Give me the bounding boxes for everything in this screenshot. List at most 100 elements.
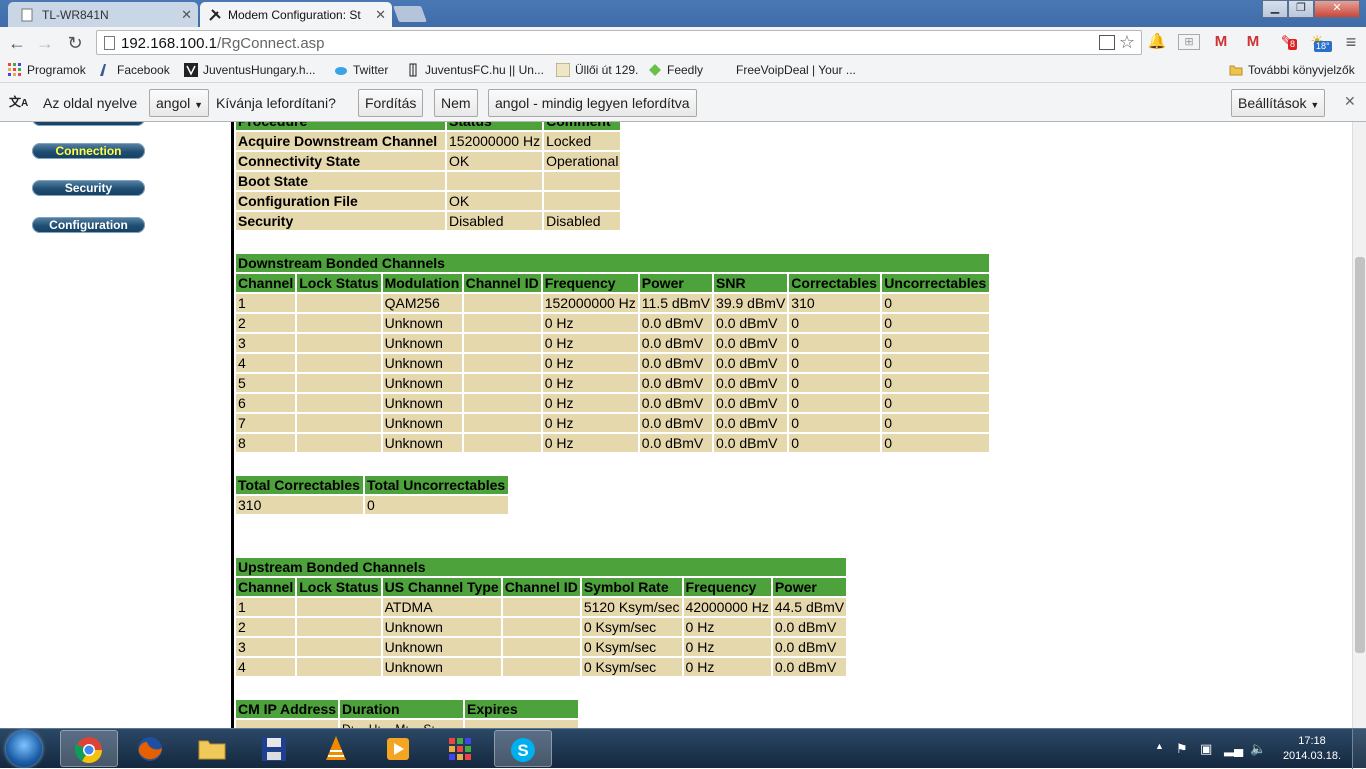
close-icon[interactable]: ✕ (375, 7, 386, 23)
nav-connection[interactable]: Connection (32, 143, 145, 159)
table-cell: 0.0 dBmV (714, 414, 788, 432)
table-cell: 0.0 dBmV (639, 334, 713, 352)
table-cell: 0 (789, 394, 881, 412)
translate-page-icon[interactable] (1099, 35, 1115, 50)
gmail-icon[interactable]: M (1210, 31, 1232, 53)
bookmark-star-icon[interactable]: ☆ (1119, 32, 1135, 53)
table-cell: 0 Hz (542, 354, 638, 372)
tray-expand-icon[interactable]: ▲ (1155, 741, 1164, 751)
svg-text:S: S (517, 741, 528, 760)
bookmark-freevoipdeal[interactable]: FreeVoipDeal | Your ... (736, 63, 856, 77)
window-close-button[interactable]: ✕ (1314, 0, 1360, 18)
table-row: Acquire Downstream Channel 152000000 Hz Lo… (236, 132, 621, 150)
scrollbar-thumb[interactable] (1355, 257, 1365, 653)
reload-icon[interactable]: ↻ (64, 33, 86, 54)
column-header: Channel ID (463, 274, 541, 292)
media-player-icon (387, 738, 409, 760)
taskbar-apps[interactable] (432, 730, 490, 767)
new-tab-button[interactable] (393, 6, 427, 22)
gmail-checker-icon[interactable]: M (1242, 31, 1264, 53)
back-arrow-icon[interactable]: ← (6, 33, 28, 54)
always-translate-button[interactable]: angol - mindig legyen lefordítva (488, 89, 697, 117)
bookmark-programok[interactable]: Programok (8, 63, 86, 77)
taskbar-vlc[interactable] (308, 730, 366, 767)
table-cell: 2 (236, 618, 296, 636)
column-header: Correctables (789, 274, 881, 292)
table-cell: 0 Hz (542, 414, 638, 432)
tab-modem-configuration[interactable]: Modem Configuration: St ✕ (200, 2, 392, 27)
tab-tl-wr841n[interactable]: TL-WR841N ✕ (8, 2, 198, 27)
table-cell (297, 394, 381, 412)
menu-icon[interactable]: ≡ (1340, 31, 1362, 53)
taskbar-firefox[interactable] (122, 730, 180, 767)
bookmark-more-folder[interactable]: További könyvjelzők (1229, 63, 1355, 77)
close-icon[interactable]: ✕ (181, 7, 192, 23)
table-cell: 5 (236, 374, 296, 392)
table-cell (463, 374, 541, 392)
table-cell: 0.0 dBmV (714, 314, 788, 332)
column-header: SNR (714, 274, 788, 292)
skype-icon: S (511, 738, 535, 762)
maximize-button[interactable]: ❐ (1288, 0, 1314, 18)
taskbar-save[interactable] (246, 730, 304, 767)
address-bar[interactable]: 192.168.100.1/RgConnect.asp ☆ (96, 30, 1142, 55)
table-cell: Unknown (382, 414, 462, 432)
table-cell (297, 434, 381, 452)
volume-icon[interactable]: 🔈 (1250, 741, 1266, 757)
language-select[interactable]: angol ▼ (149, 89, 209, 117)
table-cell (297, 334, 381, 352)
weather-icon[interactable]: ☀18° (1306, 31, 1332, 53)
apps-grid-icon (449, 738, 471, 760)
bookmark-juventusfc[interactable]: JuventusFC.hu || Un... (406, 63, 544, 77)
taskbar-media-player[interactable] (370, 730, 428, 767)
bookmark-juventushungary[interactable]: JuventusHungary.h... (184, 63, 316, 77)
extension-box-icon[interactable]: ⊞ (1178, 34, 1200, 50)
table-cell: 0 (882, 314, 990, 332)
nav-configuration[interactable]: Configuration (32, 217, 145, 233)
table-cell (463, 354, 541, 372)
action-center-flag-icon[interactable]: ⚑ (1176, 741, 1188, 757)
table-row: Connectivity State OK Operational (236, 152, 621, 170)
nav-item-hidden[interactable] (32, 122, 145, 126)
translate-button[interactable]: Fordítás (358, 89, 424, 117)
taskbar-skype[interactable]: S (494, 730, 552, 767)
firefox-icon (138, 737, 162, 761)
table-row: 1 ATDMA 5120 Ksym/sec 42000000 Hz 44.5 dBmV (236, 598, 847, 616)
system-clock[interactable]: 17:18 2014.03.18. (1282, 734, 1342, 764)
table-cell (463, 394, 541, 412)
bookmark-twitter[interactable]: Twitter (334, 63, 388, 77)
taskbar-explorer[interactable] (184, 730, 242, 767)
table-cell (463, 334, 541, 352)
network-device-icon[interactable]: ▣ (1200, 741, 1212, 757)
table-cell: 0 Hz (683, 658, 771, 676)
translate-prompt-question: Kívánja lefordítani? (216, 95, 336, 111)
translate-settings-button[interactable]: Beállítások ▼ (1231, 89, 1325, 117)
start-button[interactable] (6, 731, 42, 767)
signal-bars-icon[interactable]: ▂▄ (1224, 741, 1243, 757)
table-cell: QAM256 (382, 294, 462, 312)
bell-icon[interactable]: 🔔 (1146, 31, 1168, 53)
table-cell (297, 598, 381, 616)
page-scrollbar[interactable] (1352, 122, 1366, 728)
table-cell: 0.0 dBmV (639, 414, 713, 432)
table-cell: 0.0 dBmV (714, 354, 788, 372)
column-header: Expires (465, 700, 579, 718)
minimize-button[interactable]: ▁ (1262, 0, 1288, 18)
bookmark-facebook[interactable]: Facebook (98, 63, 170, 77)
column-header: Uncorrectables (882, 274, 990, 292)
forward-arrow-icon[interactable]: → (34, 33, 56, 54)
table-cell: 0 Hz (542, 394, 638, 412)
table-row: Boot State (236, 172, 621, 190)
table-cell: 0 Ksym/sec (581, 658, 682, 676)
vlc-icon (326, 736, 346, 760)
bookmark-feedly[interactable]: Feedly (648, 63, 703, 77)
taskbar-chrome[interactable] (60, 730, 118, 767)
close-icon[interactable]: ✕ (1344, 93, 1356, 110)
bookmark-ulloi[interactable]: Üllői út 129. (556, 63, 638, 77)
nav-security[interactable]: Security (32, 180, 145, 196)
extension-notifier-icon[interactable]: ✎ 8 (1276, 31, 1298, 53)
totals-table: Total Correctables Total Uncorrectables … (234, 474, 510, 516)
show-desktop-button[interactable] (1352, 729, 1366, 769)
no-translate-button[interactable]: Nem (434, 89, 478, 117)
juventus-crest-icon (409, 63, 417, 77)
